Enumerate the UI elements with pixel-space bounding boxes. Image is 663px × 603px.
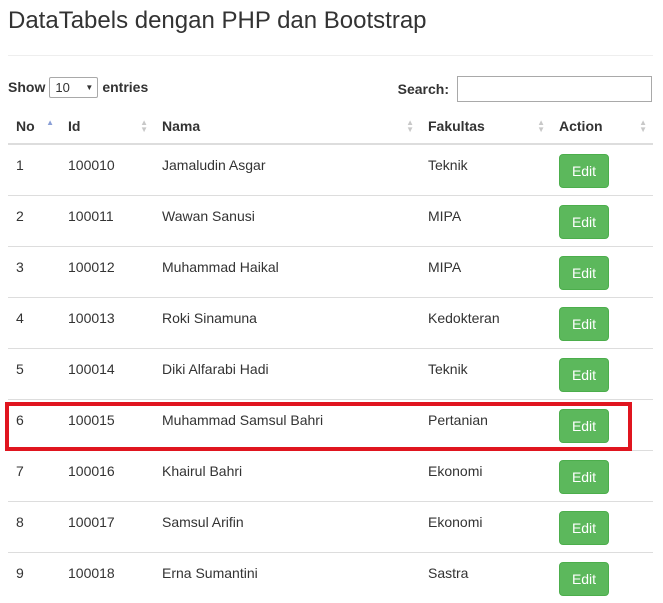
cell-no: 5: [8, 347, 60, 399]
edit-button[interactable]: Edit: [559, 408, 609, 443]
cell-fakultas: MIPA: [420, 245, 551, 297]
cell-nama: Muhammad Samsul Bahri: [154, 398, 420, 450]
page-title: DataTabels dengan PHP dan Bootstrap: [8, 7, 427, 34]
cell-fakultas: Ekonomi: [420, 500, 551, 552]
cell-id: 100010: [68, 157, 115, 173]
cell-nama: Erna Sumantini: [154, 551, 420, 603]
edit-button[interactable]: Edit: [559, 204, 609, 239]
cell-nama: Diki Alfarabi Hadi: [154, 347, 420, 399]
cell-id: 100013: [60, 296, 154, 348]
column-header-label: Id: [68, 117, 81, 134]
cell-fakultas: Teknik: [420, 347, 551, 399]
cell-action: Edit: [551, 194, 653, 246]
sort-asc-icon: ▲▼: [46, 117, 54, 127]
show-label: Show: [8, 79, 46, 95]
cell-no: 4: [8, 296, 60, 348]
cell-fakultas: Sastra: [420, 551, 551, 603]
cell-nama: Wawan Sanusi: [154, 194, 420, 246]
cell-action: Edit: [551, 551, 653, 603]
table-header-row: No ▲▼ Id ▲▼ Nama ▲▼ Fakultas ▲▼ Action ▲…: [8, 108, 653, 145]
edit-button[interactable]: Edit: [559, 306, 609, 341]
cell-fakultas: Teknik: [428, 157, 468, 173]
cell-id: 100012: [60, 245, 154, 297]
entries-select[interactable]: 10 ▼: [49, 76, 99, 98]
table-row: 6 100015 Muhammad Samsul Bahri Pertanian…: [8, 398, 653, 450]
search-control: Search:: [398, 76, 652, 102]
cell-id: 100014: [60, 347, 154, 399]
sort-both-icon: ▲ ▼: [406, 117, 414, 134]
column-header-nama[interactable]: Nama ▲ ▼: [154, 108, 420, 145]
cell-action: Edit: [551, 500, 653, 552]
table-row: 1 100010 Jamaludin Asgar Teknik Edit: [8, 144, 653, 195]
column-header-id[interactable]: Id ▲ ▼: [60, 108, 154, 145]
cell-no: 1: [16, 157, 24, 173]
cell-no: 9: [8, 551, 60, 603]
edit-button[interactable]: Edit: [559, 459, 609, 494]
search-input[interactable]: [457, 76, 652, 102]
column-header-label: Action: [559, 117, 603, 134]
sort-both-icon: ▲ ▼: [639, 117, 647, 134]
table-row: 2 100011 Wawan Sanusi MIPA Edit: [8, 194, 653, 246]
edit-button[interactable]: Edit: [559, 255, 609, 290]
cell-action: Edit: [551, 398, 653, 450]
cell-action: Edit: [551, 347, 653, 399]
cell-no: 6: [8, 398, 60, 450]
caret-down-icon: ▼: [85, 82, 94, 92]
cell-nama: Samsul Arifin: [154, 500, 420, 552]
entries-select-value: 10: [55, 79, 70, 95]
table-row: 8 100017 Samsul Arifin Ekonomi Edit: [8, 500, 653, 552]
cell-action: Edit: [551, 296, 653, 348]
cell-fakultas: MIPA: [420, 194, 551, 246]
cell-id: 100018: [60, 551, 154, 603]
cell-fakultas: Kedokteran: [420, 296, 551, 348]
cell-nama: Muhammad Haikal: [154, 245, 420, 297]
cell-id: 100011: [60, 194, 154, 246]
cell-id: 100016: [60, 449, 154, 501]
column-header-label: Fakultas: [428, 117, 485, 134]
column-header-label: No: [16, 117, 35, 134]
entries-length-control: Show 10 ▼ entries: [8, 76, 148, 98]
table-row: 3 100012 Muhammad Haikal MIPA Edit: [8, 245, 653, 297]
table-row: 7 100016 Khairul Bahri Ekonomi Edit: [8, 449, 653, 501]
cell-fakultas: Pertanian: [420, 398, 551, 450]
column-header-fakultas[interactable]: Fakultas ▲ ▼: [420, 108, 551, 145]
cell-action: Edit: [551, 245, 653, 297]
cell-no: 3: [8, 245, 60, 297]
table-row: 5 100014 Diki Alfarabi Hadi Teknik Edit: [8, 347, 653, 399]
column-header-no[interactable]: No ▲▼: [8, 108, 60, 145]
cell-fakultas: Ekonomi: [420, 449, 551, 501]
sort-both-icon: ▲ ▼: [140, 117, 148, 134]
column-header-action[interactable]: Action ▲ ▼: [551, 108, 653, 145]
cell-action: Edit: [551, 144, 653, 195]
cell-no: 2: [8, 194, 60, 246]
cell-id: 100017: [60, 500, 154, 552]
cell-nama: Jamaludin Asgar: [162, 157, 266, 173]
edit-button[interactable]: Edit: [559, 154, 609, 188]
edit-button[interactable]: Edit: [559, 510, 609, 545]
cell-action: Edit: [551, 449, 653, 501]
search-label: Search:: [397, 81, 449, 97]
cell-id: 100015: [60, 398, 154, 450]
cell-nama: Roki Sinamuna: [154, 296, 420, 348]
table-row: 4 100013 Roki Sinamuna Kedokteran Edit: [8, 296, 653, 348]
sort-both-icon: ▲ ▼: [537, 117, 545, 134]
title-divider: [8, 55, 653, 56]
data-table: No ▲▼ Id ▲▼ Nama ▲▼ Fakultas ▲▼ Action ▲…: [8, 108, 653, 603]
entries-label: entries: [102, 79, 149, 95]
cell-nama: Khairul Bahri: [154, 449, 420, 501]
edit-button[interactable]: Edit: [559, 357, 609, 392]
column-header-label: Nama: [162, 117, 201, 134]
table-row: 9 100018 Erna Sumantini Sastra Edit: [8, 551, 653, 603]
edit-button[interactable]: Edit: [559, 561, 609, 596]
cell-no: 7: [8, 449, 60, 501]
cell-no: 8: [8, 500, 60, 552]
